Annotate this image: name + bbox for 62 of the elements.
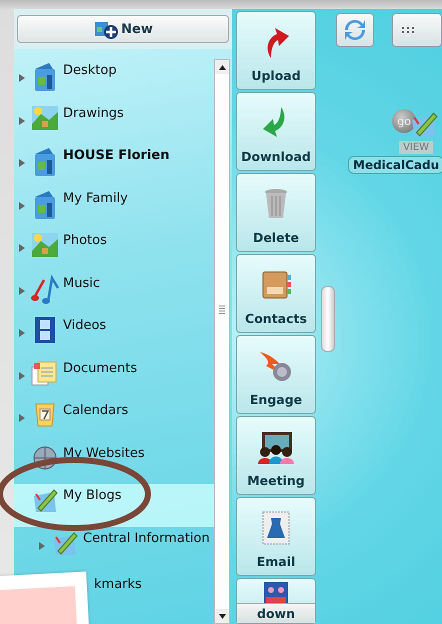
dots-grid-icon — [401, 27, 415, 33]
folder-item[interactable]: kmarks — [94, 569, 214, 612]
expand-arrow-icon[interactable] — [19, 372, 25, 380]
grid-view-button[interactable] — [392, 13, 442, 47]
folder-label: Calendars — [63, 402, 128, 418]
action-button[interactable]: Download — [236, 92, 316, 171]
refresh-button[interactable] — [336, 13, 374, 47]
folder-label: Central Information — [83, 530, 210, 546]
music-notes-icon — [30, 274, 60, 304]
stamp-icon — [261, 510, 291, 546]
grip-icon — [219, 305, 225, 315]
new-button[interactable]: New — [17, 15, 229, 43]
folder-label: Videos — [63, 317, 106, 333]
action-button[interactable]: Email — [236, 497, 316, 576]
scroll-down-icon[interactable] — [218, 614, 226, 618]
folder-label: Documents — [63, 360, 138, 376]
meeting-people-icon — [256, 430, 296, 464]
folder-item[interactable]: Music — [14, 272, 214, 314]
expand-arrow-icon[interactable] — [19, 202, 25, 210]
expand-arrow-icon[interactable] — [19, 116, 25, 124]
film-strip-icon — [34, 316, 56, 344]
scroll-bar[interactable] — [214, 59, 230, 624]
folder-label: My Family — [63, 190, 128, 206]
landscape-icon — [31, 231, 59, 259]
splitter-handle[interactable] — [321, 286, 335, 352]
scroll-up-icon[interactable] — [218, 64, 226, 70]
folder-label: Music — [63, 274, 100, 290]
trash-can-icon — [264, 188, 288, 220]
expand-arrow-icon[interactable] — [19, 329, 25, 337]
action-button[interactable]: Upload — [236, 11, 316, 90]
folder-label: Desktop — [63, 62, 117, 78]
expand-arrow-icon[interactable] — [19, 414, 25, 422]
folder-label: HOUSE Florien — [63, 147, 170, 163]
expand-arrow-icon[interactable] — [19, 159, 25, 167]
file-name: MedicalCadu — [348, 156, 442, 174]
expand-arrow-icon[interactable] — [39, 542, 45, 550]
action-button[interactable]: down — [236, 578, 316, 624]
address-book-icon — [260, 269, 292, 301]
landscape-icon — [31, 104, 59, 132]
action-button[interactable]: Delete — [236, 173, 316, 252]
folder-label: My Blogs — [63, 487, 122, 503]
expand-arrow-icon[interactable] — [19, 244, 25, 252]
globe-icon — [31, 444, 59, 472]
folder-label: Photos — [63, 232, 107, 248]
expand-arrow-icon[interactable] — [19, 286, 25, 294]
folder-item[interactable]: HOUSE Florien — [14, 144, 214, 186]
folder-item[interactable]: Documents — [14, 356, 214, 399]
folder-item[interactable]: Videos — [14, 314, 214, 356]
action-button[interactable]: Engage — [236, 335, 316, 414]
action-button[interactable]: Meeting — [236, 416, 316, 495]
folder-label: Drawings — [63, 104, 124, 120]
folder-item[interactable]: Calendars — [14, 399, 214, 442]
folder-item[interactable]: Drawings — [14, 102, 214, 144]
folder-item[interactable]: Central Information — [14, 526, 214, 569]
photo-icon — [263, 581, 289, 603]
expand-arrow-icon[interactable] — [19, 74, 25, 82]
action-button[interactable]: Contacts — [236, 254, 316, 333]
folder-item[interactable]: Photos — [14, 229, 214, 272]
folder-item[interactable]: My Blogs — [14, 484, 214, 526]
folder-item[interactable]: Desktop — [14, 59, 214, 102]
folder-item[interactable]: My Family — [14, 186, 214, 229]
folder-label: kmarks — [94, 576, 142, 592]
